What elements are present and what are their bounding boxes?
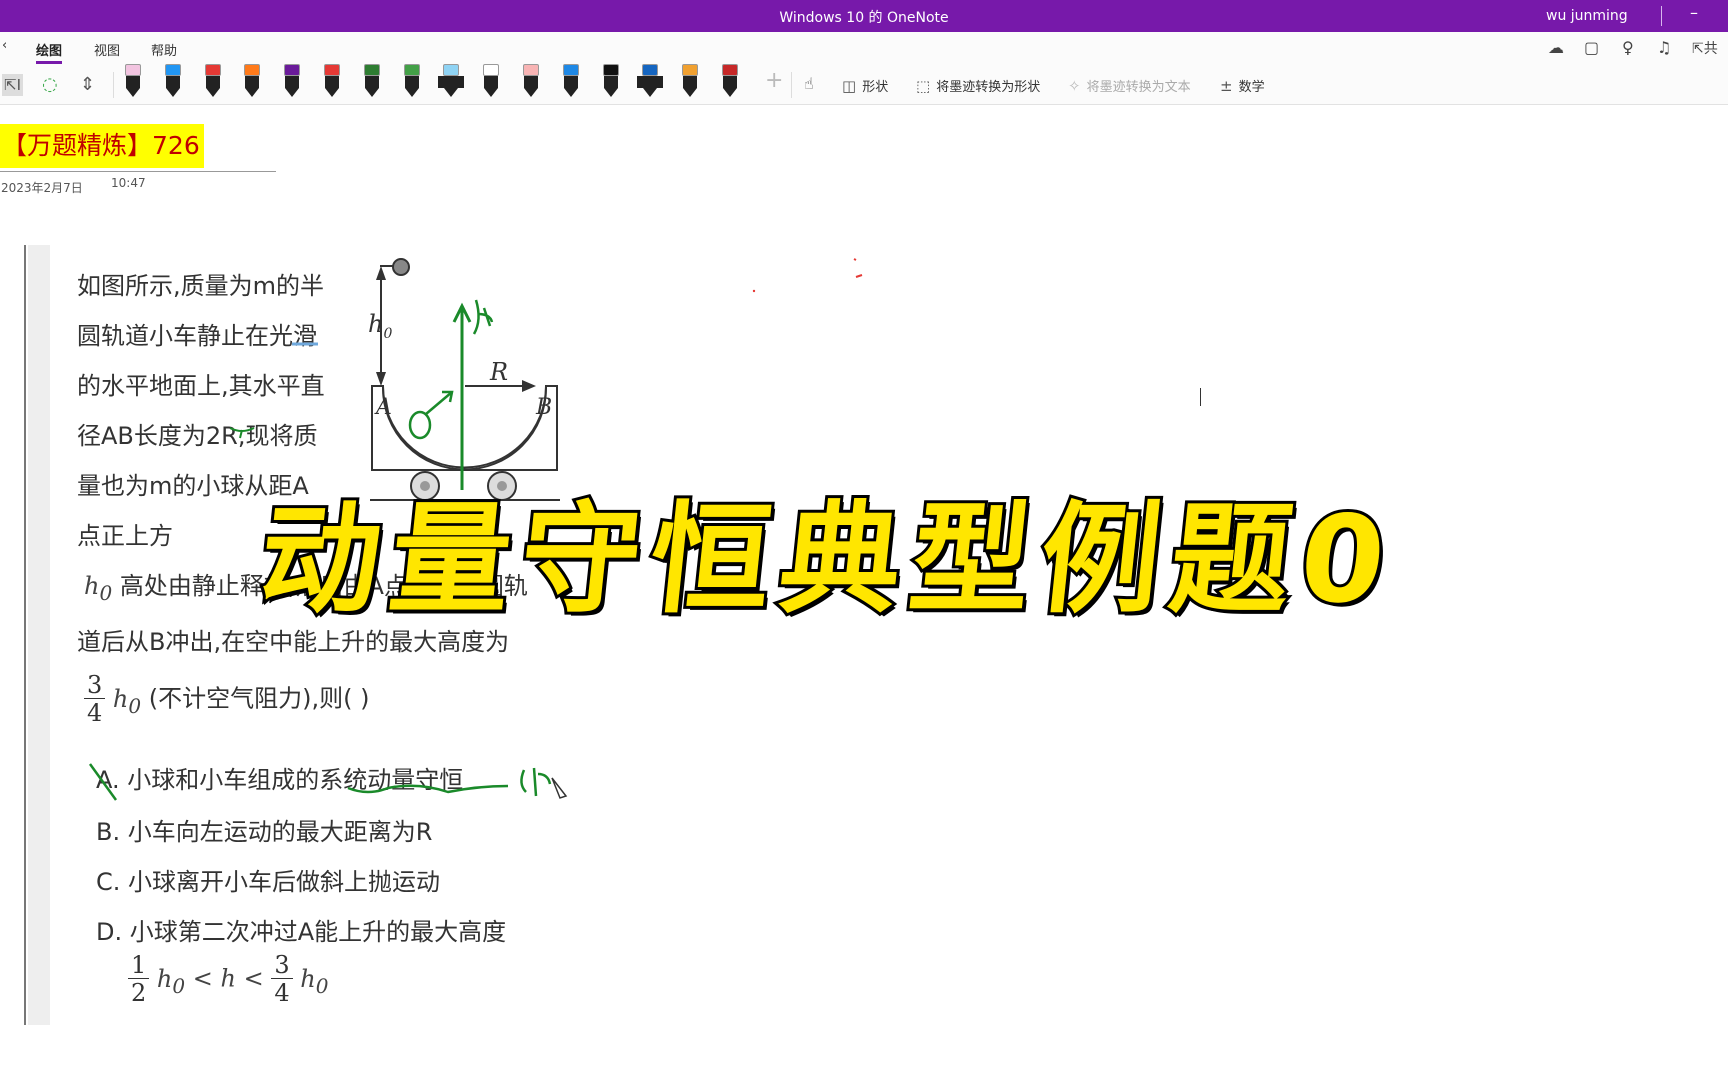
math-label: 数学	[1238, 80, 1265, 95]
question-line: 径AB长度为2R,现将质	[77, 422, 318, 450]
tab-view[interactable]: 视图	[94, 40, 120, 59]
pen-7[interactable]	[363, 64, 380, 98]
question-line: 的水平地面上,其水平直	[77, 372, 325, 400]
notebook-icon[interactable]: ▢	[1584, 38, 1599, 57]
ink-to-shape-button[interactable]: ⬚ 将墨迹转换为形状	[916, 76, 1040, 95]
add-pen-icon[interactable]: +	[765, 68, 783, 93]
back-icon[interactable]: ‹	[2, 38, 7, 53]
note-container-strip	[28, 245, 50, 1025]
title-bar: Windows 10 的 OneNote wu junming –	[0, 0, 1728, 32]
fraction: 12	[128, 952, 150, 1007]
type-select-icon[interactable]: ⇱I	[2, 74, 23, 96]
ink-to-shape-icon: ⬚	[916, 77, 931, 95]
shapes-button[interactable]: ◫ 形状	[842, 76, 888, 95]
ink-to-text-label: 将墨迹转换为文本	[1086, 80, 1191, 95]
pen-4[interactable]	[244, 64, 261, 98]
question-line: 如图所示,质量为m的半	[77, 272, 325, 300]
ink-stroke	[520, 767, 552, 797]
pen-15[interactable]	[682, 64, 699, 98]
ink-to-shape-label: 将墨迹转换为形状	[936, 80, 1041, 95]
question-line: 34 h0 (不计空气阻力),则( )	[84, 672, 369, 727]
page-time: 10:47	[111, 176, 146, 190]
h0-symbol: h0	[84, 572, 113, 605]
window-title: Windows 10 的 OneNote	[779, 10, 949, 26]
ribbon-tabs: ‹ 绘图 视图 帮助	[0, 32, 1728, 64]
question-line: 圆轨道小车静止在光滑	[77, 322, 317, 350]
pen-14[interactable]	[637, 64, 664, 98]
option-c: C. 小球离开小车后做斜上抛运动	[96, 868, 441, 896]
h0-symbol: h0	[112, 684, 142, 718]
pen-9[interactable]	[438, 64, 465, 98]
title-separator	[1661, 6, 1662, 26]
video-overlay-title: 动量守恒典型例题0	[250, 488, 1404, 633]
pen-16[interactable]	[722, 64, 738, 98]
share-label: 共	[1703, 41, 1718, 57]
ink-stroke	[408, 410, 432, 440]
question-line: 点正上方	[77, 522, 173, 550]
math-button[interactable]: ± 数学	[1220, 76, 1265, 95]
option-b: B. 小车向左运动的最大距离为R	[96, 818, 433, 846]
tab-draw[interactable]: 绘图	[36, 40, 63, 64]
page-title[interactable]: 【万题精炼】726	[0, 124, 204, 168]
toolbar-divider	[791, 72, 792, 98]
share-icon: ⇱	[1692, 41, 1704, 57]
inequality: < h <	[192, 964, 264, 993]
pen-3[interactable]	[204, 64, 221, 98]
ink-stroke	[472, 299, 494, 335]
draw-toolbar: ⇱I ◌ ⇕ + ☝ ◫ 形状 ⬚ 将墨迹转换为形状 ✧ 将墨迹转换为文本 ± 数学	[0, 64, 1728, 105]
question-line-text: (不计空气阻力),则( )	[148, 684, 370, 713]
lightbulb-icon[interactable]: ♀	[1622, 38, 1634, 57]
option-d-range: 12 h0 < h < 34 h0	[128, 952, 328, 1007]
ball-icon	[392, 258, 410, 276]
fraction: 34	[84, 672, 106, 727]
sync-icon[interactable]: ☁	[1548, 38, 1564, 57]
pen-1[interactable]	[125, 64, 141, 98]
lasso-select-icon[interactable]: ◌	[42, 74, 58, 95]
user-name[interactable]: wu junming	[1546, 8, 1628, 24]
pen-6[interactable]	[324, 64, 340, 98]
bell-icon[interactable]: ♫	[1657, 38, 1671, 57]
toolbar-divider	[113, 72, 114, 98]
minimize-button[interactable]: –	[1690, 3, 1698, 22]
pen-2[interactable]	[164, 64, 181, 98]
shapes-label: 形状	[862, 80, 889, 95]
note-container-handle[interactable]	[24, 245, 26, 1025]
ink-to-text-icon: ✧	[1068, 77, 1081, 95]
pen-13[interactable]	[602, 64, 619, 98]
share-button[interactable]: ⇱共	[1692, 38, 1718, 58]
h0-symbol: h0	[300, 964, 329, 998]
ink-underline	[230, 427, 255, 439]
pointer-icon	[551, 777, 568, 799]
text-cursor	[1200, 388, 1201, 406]
shapes-icon: ◫	[842, 77, 857, 95]
ink-check-mark	[88, 763, 118, 801]
fraction: 34	[271, 952, 293, 1007]
option-a-ink	[88, 763, 568, 801]
page-date: 2023年2月7日	[1, 181, 83, 195]
page-title-number: 726	[152, 131, 200, 160]
title-underline	[0, 171, 276, 172]
page-title-prefix: 【万题精炼】	[2, 131, 153, 160]
pen-11[interactable]	[523, 64, 539, 98]
pen-8[interactable]	[403, 64, 420, 98]
pen-5[interactable]	[284, 64, 301, 98]
ink-underline	[347, 784, 509, 794]
ink-dots	[752, 258, 863, 293]
pen-12[interactable]	[562, 64, 579, 98]
h0-symbol: h0	[156, 964, 186, 998]
ink-underline	[292, 342, 318, 346]
touch-draw-icon[interactable]: ☝	[804, 74, 814, 93]
tab-help[interactable]: 帮助	[151, 40, 177, 59]
insert-space-icon[interactable]: ⇕	[80, 74, 95, 95]
pen-10[interactable]	[483, 64, 500, 98]
math-icon: ±	[1220, 77, 1233, 95]
option-d: D. 小球第二次冲过A能上升的最大高度	[96, 918, 507, 946]
ink-to-text-button[interactable]: ✧ 将墨迹转换为文本	[1068, 76, 1191, 95]
